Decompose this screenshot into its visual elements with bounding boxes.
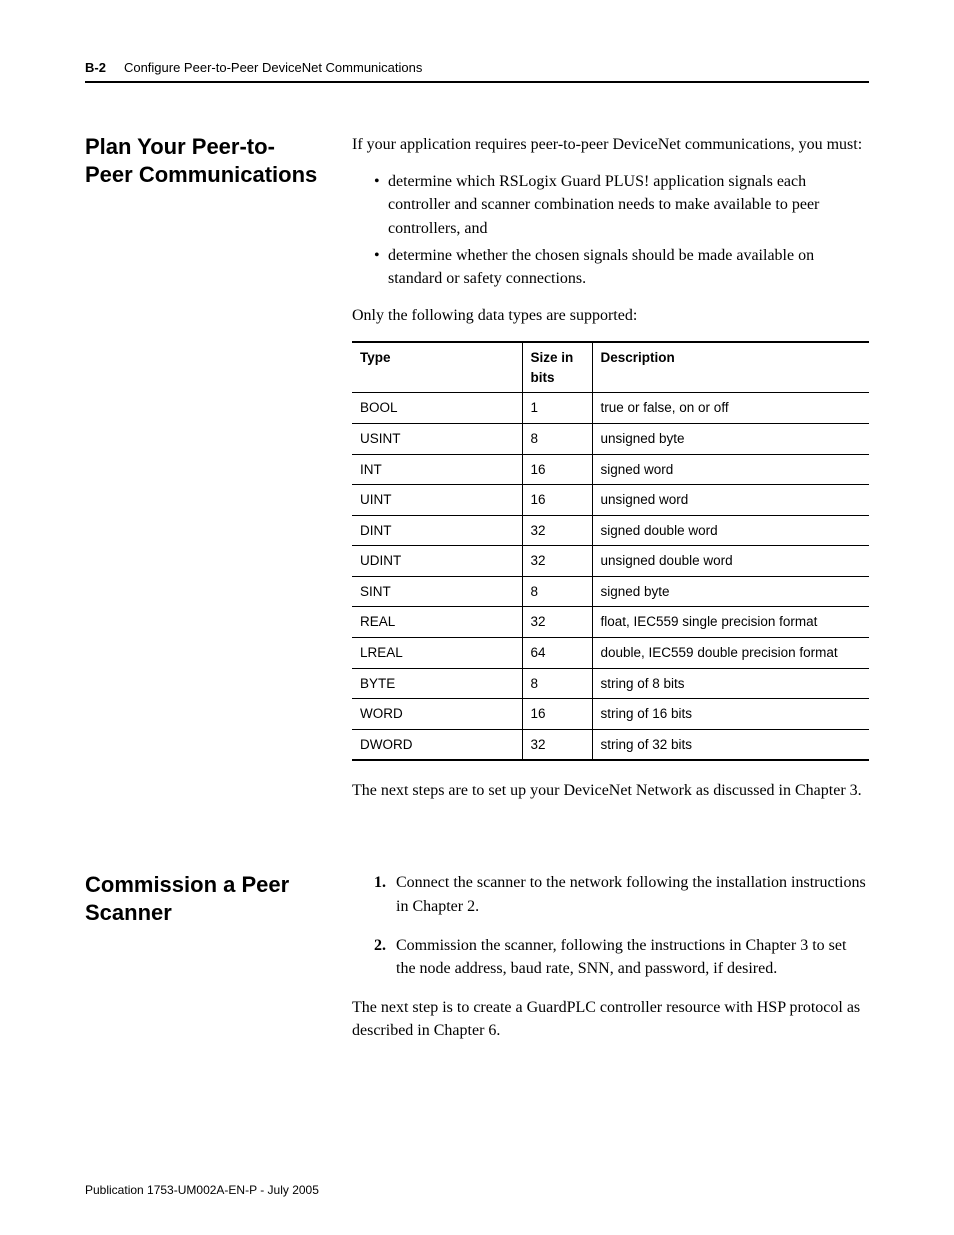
cell-desc: signed double word <box>592 515 869 546</box>
step-text: Commission the scanner, following the in… <box>396 937 846 977</box>
step-number: 1. <box>374 871 386 894</box>
bullet-item: determine whether the chosen signals sho… <box>374 244 869 290</box>
table-row: UDINT32unsigned double word <box>352 546 869 577</box>
data-types-table: Type Size in bits Description BOOL1true … <box>352 341 869 761</box>
cell-type: REAL <box>352 607 522 638</box>
cell-desc: unsigned byte <box>592 424 869 455</box>
cell-size: 32 <box>522 546 592 577</box>
table-row: INT16signed word <box>352 454 869 485</box>
intro-text: If your application requires peer-to-pee… <box>352 133 869 156</box>
publication-footer: Publication 1753-UM002A-EN-P - July 2005 <box>85 1183 319 1197</box>
section-plan-communications: Plan Your Peer-to-Peer Communications If… <box>85 133 869 816</box>
cell-desc: unsigned word <box>592 485 869 516</box>
page-header: B-2 Configure Peer-to-Peer DeviceNet Com… <box>85 60 869 83</box>
after-steps-text: The next step is to create a GuardPLC co… <box>352 996 869 1042</box>
step-number: 2. <box>374 934 386 957</box>
cell-type: LREAL <box>352 637 522 668</box>
cell-type: BYTE <box>352 668 522 699</box>
after-table-text: The next steps are to set up your Device… <box>352 779 869 802</box>
cell-size: 1 <box>522 393 592 424</box>
table-row: REAL32float, IEC559 single precision for… <box>352 607 869 638</box>
cell-type: INT <box>352 454 522 485</box>
cell-size: 32 <box>522 607 592 638</box>
table-row: DWORD32string of 32 bits <box>352 729 869 760</box>
cell-size: 32 <box>522 729 592 760</box>
table-row: DINT32signed double word <box>352 515 869 546</box>
cell-desc: string of 8 bits <box>592 668 869 699</box>
cell-type: SINT <box>352 576 522 607</box>
col-header-desc: Description <box>592 342 869 393</box>
section-body: If your application requires peer-to-pee… <box>352 133 869 816</box>
cell-type: WORD <box>352 699 522 730</box>
cell-size: 16 <box>522 454 592 485</box>
cell-desc: double, IEC559 double precision format <box>592 637 869 668</box>
table-header-row: Type Size in bits Description <box>352 342 869 393</box>
cell-desc: true or false, on or off <box>592 393 869 424</box>
table-row: BYTE8string of 8 bits <box>352 668 869 699</box>
bullet-list: determine which RSLogix Guard PLUS! appl… <box>352 170 869 290</box>
page-number: B-2 <box>85 60 106 75</box>
cell-type: DWORD <box>352 729 522 760</box>
step-text: Connect the scanner to the network follo… <box>396 874 866 914</box>
cell-size: 64 <box>522 637 592 668</box>
cell-desc: unsigned double word <box>592 546 869 577</box>
section-title: Plan Your Peer-to-Peer Communications <box>85 133 320 188</box>
table-row: WORD16string of 16 bits <box>352 699 869 730</box>
step-item: 1. Connect the scanner to the network fo… <box>374 871 869 917</box>
cell-type: UINT <box>352 485 522 516</box>
cell-type: DINT <box>352 515 522 546</box>
table-row: UINT16unsigned word <box>352 485 869 516</box>
cell-type: UDINT <box>352 546 522 577</box>
cell-desc: signed word <box>592 454 869 485</box>
cell-desc: signed byte <box>592 576 869 607</box>
bullet-item: determine which RSLogix Guard PLUS! appl… <box>374 170 869 240</box>
cell-size: 32 <box>522 515 592 546</box>
table-row: BOOL1true or false, on or off <box>352 393 869 424</box>
col-header-type: Type <box>352 342 522 393</box>
cell-desc: string of 32 bits <box>592 729 869 760</box>
running-title: Configure Peer-to-Peer DeviceNet Communi… <box>124 60 422 75</box>
cell-size: 16 <box>522 485 592 516</box>
step-list: 1. Connect the scanner to the network fo… <box>352 871 869 980</box>
cell-desc: float, IEC559 single precision format <box>592 607 869 638</box>
section-body: 1. Connect the scanner to the network fo… <box>352 871 869 1056</box>
col-header-size: Size in bits <box>522 342 592 393</box>
section-title: Commission a Peer Scanner <box>85 871 320 926</box>
table-row: LREAL64double, IEC559 double precision f… <box>352 637 869 668</box>
cell-desc: string of 16 bits <box>592 699 869 730</box>
cell-type: BOOL <box>352 393 522 424</box>
cell-size: 8 <box>522 668 592 699</box>
section-commission-scanner: Commission a Peer Scanner 1. Connect the… <box>85 871 869 1056</box>
table-row: USINT8unsigned byte <box>352 424 869 455</box>
cell-size: 16 <box>522 699 592 730</box>
cell-size: 8 <box>522 576 592 607</box>
before-table-text: Only the following data types are suppor… <box>352 304 869 327</box>
step-item: 2. Commission the scanner, following the… <box>374 934 869 980</box>
cell-size: 8 <box>522 424 592 455</box>
cell-type: USINT <box>352 424 522 455</box>
table-row: SINT8signed byte <box>352 576 869 607</box>
